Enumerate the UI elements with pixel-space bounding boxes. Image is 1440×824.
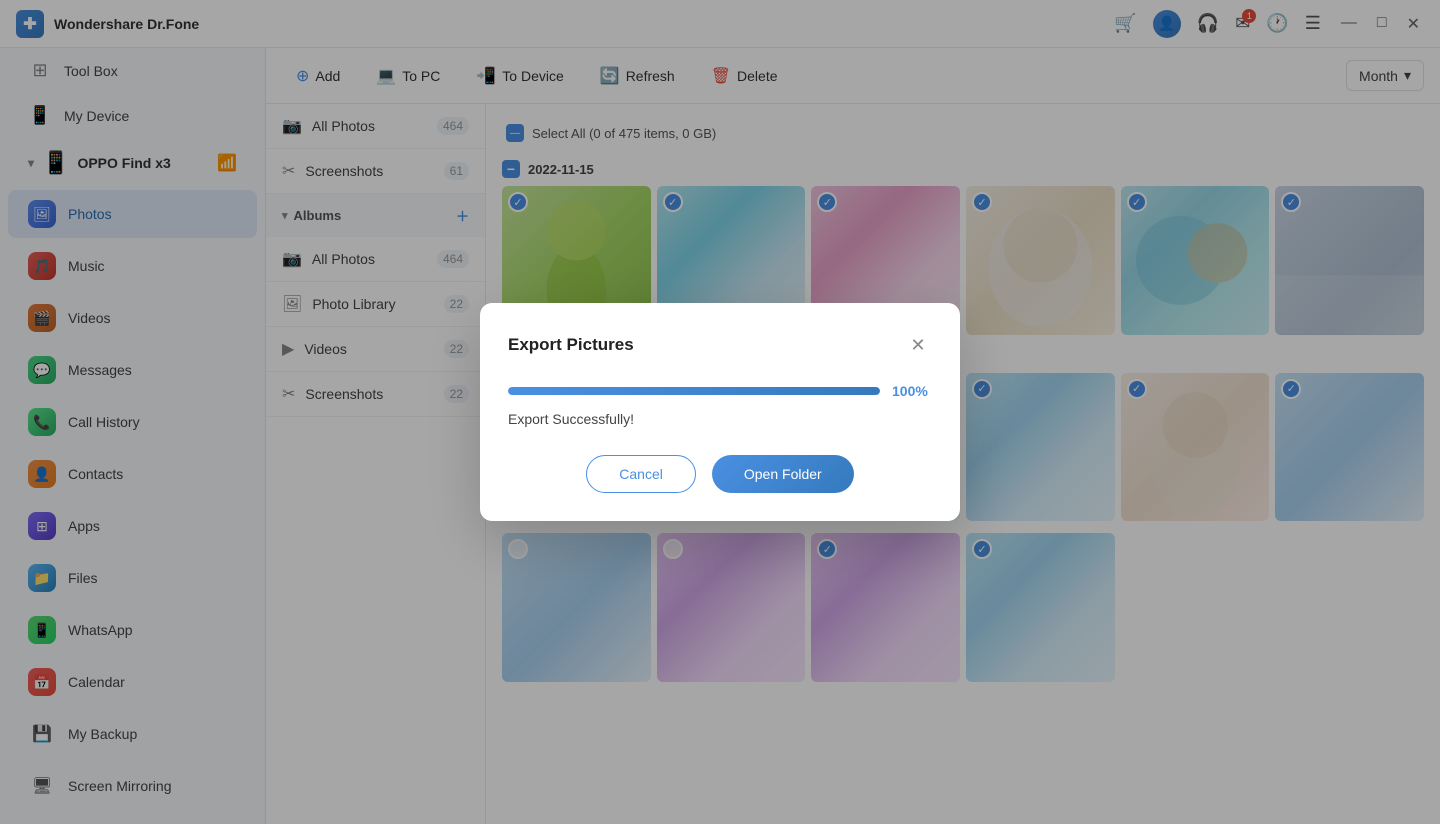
modal-close-button[interactable]: ✕: [904, 331, 932, 359]
modal-overlay: Export Pictures ✕ 100% Export Successful…: [0, 0, 1440, 824]
progress-bar-bg: [508, 387, 880, 395]
progress-percent: 100%: [892, 383, 932, 399]
cancel-button[interactable]: Cancel: [586, 455, 696, 493]
progress-bar-fill: [508, 387, 880, 395]
open-folder-button[interactable]: Open Folder: [712, 455, 854, 493]
export-modal: Export Pictures ✕ 100% Export Successful…: [480, 303, 960, 521]
export-status: Export Successfully!: [508, 411, 932, 427]
modal-title: Export Pictures: [508, 335, 634, 355]
progress-container: 100%: [508, 383, 932, 399]
modal-header: Export Pictures ✕: [508, 331, 932, 359]
modal-buttons: Cancel Open Folder: [508, 455, 932, 493]
